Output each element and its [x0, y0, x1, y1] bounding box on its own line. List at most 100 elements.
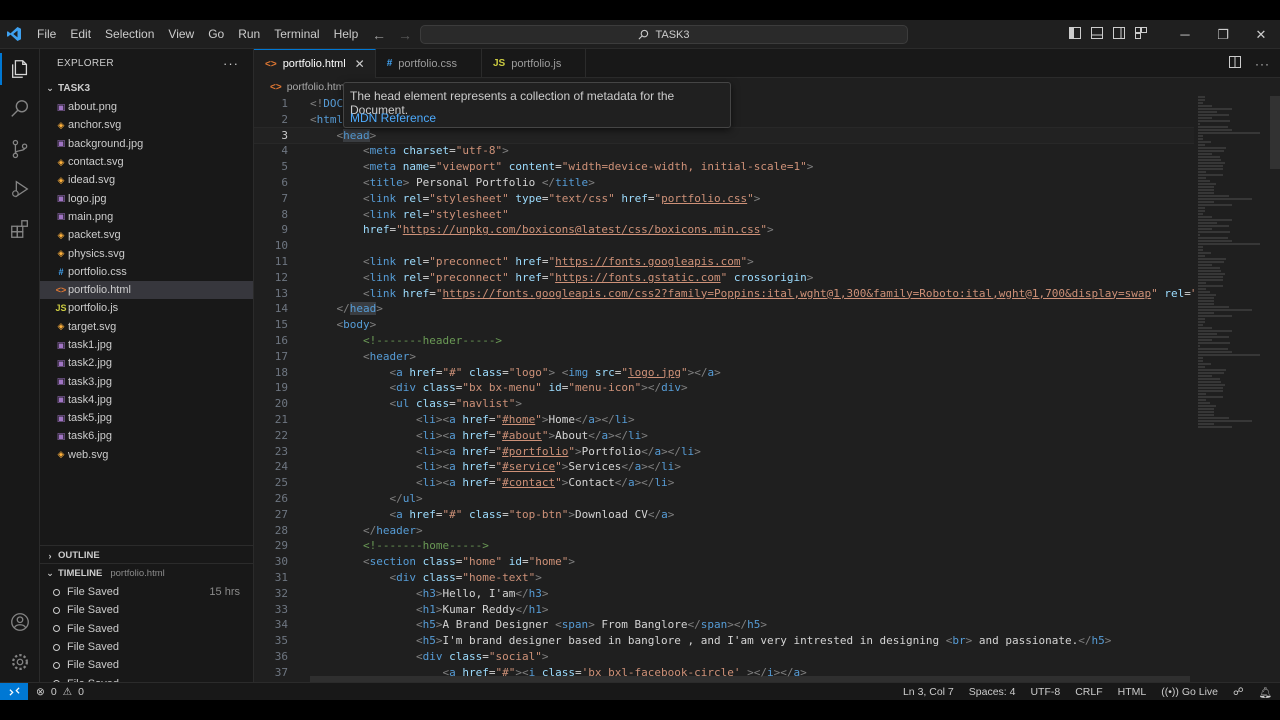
- search-view-icon[interactable]: [0, 89, 40, 129]
- code-token: href: [402, 365, 436, 379]
- minimap-line: [1198, 402, 1211, 404]
- menu-file[interactable]: File: [30, 20, 63, 49]
- minimap-line: [1198, 117, 1212, 119]
- accounts-icon[interactable]: [0, 602, 40, 642]
- menu-edit[interactable]: Edit: [63, 20, 98, 49]
- feedback-icon[interactable]: ☍: [1233, 686, 1244, 698]
- command-center[interactable]: TASK3: [420, 25, 908, 44]
- tab-portfolio-html[interactable]: <> portfolio.html ✕: [254, 49, 376, 78]
- timeline-item[interactable]: File Saved: [40, 656, 253, 674]
- file-item[interactable]: ▣ task2.jpg: [40, 354, 253, 372]
- activity-bar: [0, 49, 40, 682]
- code-token: <: [415, 634, 423, 648]
- file-item[interactable]: ◈ anchor.svg: [40, 116, 253, 134]
- line-ending[interactable]: CRLF: [1075, 686, 1102, 698]
- file-item[interactable]: JS portfolio.js: [40, 299, 253, 317]
- language-mode[interactable]: HTML: [1118, 686, 1147, 698]
- timeline-file: portfolio.html: [110, 568, 165, 579]
- timeline-item[interactable]: File Saved: [40, 638, 253, 656]
- code-line: 6 <title> Personal Portfolio </title>: [254, 175, 1194, 191]
- file-item[interactable]: ◈ target.svg: [40, 318, 253, 336]
- file-item[interactable]: ▣ task5.jpg: [40, 409, 253, 427]
- notifications-bell-icon[interactable]: 🔔︎: [1259, 686, 1272, 699]
- minimap-line: [1198, 141, 1212, 143]
- menu-selection[interactable]: Selection: [98, 20, 161, 49]
- image-file-icon: ▣: [56, 193, 66, 204]
- timeline-item[interactable]: File Saved: [40, 601, 253, 619]
- close-tab-icon[interactable]: ✕: [355, 57, 365, 71]
- code-line: 36 <div class="social">: [254, 649, 1194, 665]
- close-window-icon[interactable]: ✕: [1242, 27, 1280, 43]
- menu-view[interactable]: View: [161, 20, 201, 49]
- cursor-position[interactable]: Ln 3, Col 7: [903, 686, 954, 698]
- more-actions-icon[interactable]: ···: [223, 56, 239, 71]
- remote-indicator-icon[interactable]: [0, 682, 28, 701]
- settings-gear-icon[interactable]: [0, 642, 40, 682]
- minimap-line: [1198, 297, 1214, 299]
- file-item[interactable]: # portfolio.css: [40, 263, 253, 281]
- mdn-reference-link[interactable]: MDN Reference: [350, 111, 436, 125]
- customize-layout-icon[interactable]: [1130, 27, 1152, 42]
- file-item[interactable]: ▣ main.png: [40, 208, 253, 226]
- toggle-panel-icon[interactable]: [1086, 27, 1108, 42]
- file-item[interactable]: ◈ physics.svg: [40, 244, 253, 262]
- code-text: href="https://unpkg.com/boxicons@latest/…: [310, 222, 774, 238]
- file-item[interactable]: ▣ task6.jpg: [40, 427, 253, 445]
- go-live-button[interactable]: ((•)) Go Live: [1161, 686, 1218, 698]
- minimap-line: [1198, 198, 1253, 200]
- indentation[interactable]: Spaces: 4: [969, 686, 1016, 698]
- timeline-header[interactable]: ⌄ TIMELINE portfolio.html: [40, 564, 253, 583]
- tab-portfolio-js[interactable]: JS portfolio.js: [482, 49, 587, 78]
- problems-indicator[interactable]: ⊗ 0 ⚠ 0: [36, 686, 84, 698]
- toggle-primary-sidebar-icon[interactable]: [1064, 27, 1086, 42]
- menu-terminal[interactable]: Terminal: [267, 20, 326, 49]
- toggle-secondary-sidebar-icon[interactable]: [1108, 27, 1130, 42]
- encoding[interactable]: UTF-8: [1030, 686, 1060, 698]
- code-token: meta: [369, 144, 397, 158]
- code-token: Home: [548, 412, 575, 426]
- code-text: <li><a href="#portfolio">Portfolio</a></…: [310, 444, 701, 460]
- run-debug-icon[interactable]: [0, 169, 40, 209]
- code-editor[interactable]: 1<!DOCTYPE html>2<html lang="en">3 <head…: [254, 96, 1194, 679]
- minimap-line: [1198, 354, 1260, 356]
- extensions-icon[interactable]: [0, 209, 40, 249]
- file-item[interactable]: ◈ contact.svg: [40, 153, 253, 171]
- forward-arrow-icon[interactable]: →: [398, 27, 412, 43]
- file-item[interactable]: ◈ packet.svg: [40, 226, 253, 244]
- code-token: =: [555, 160, 562, 174]
- file-item[interactable]: ◈ idead.svg: [40, 171, 253, 189]
- restore-icon[interactable]: ❐: [1204, 27, 1242, 43]
- timeline-item[interactable]: File Saved: [40, 674, 253, 682]
- file-item[interactable]: ▣ task1.jpg: [40, 336, 253, 354]
- folder-task3[interactable]: ⌄ TASK3: [40, 78, 253, 98]
- file-item[interactable]: <> portfolio.html: [40, 280, 253, 300]
- menu-go[interactable]: Go: [201, 20, 231, 49]
- timeline-item[interactable]: File Saved: [40, 620, 253, 638]
- file-item[interactable]: ▣ background.jpg: [40, 135, 253, 153]
- file-item[interactable]: ▣ task4.jpg: [40, 391, 253, 409]
- vertical-scrollbar[interactable]: [1270, 96, 1280, 169]
- source-control-icon[interactable]: [0, 129, 40, 169]
- file-item[interactable]: ▣ about.png: [40, 98, 253, 116]
- file-item[interactable]: ▣ task3.jpg: [40, 372, 253, 390]
- more-editor-actions-icon[interactable]: ···: [1255, 57, 1270, 71]
- line-number: 32: [274, 586, 288, 600]
- minimap-line: [1198, 330, 1233, 332]
- menu-run[interactable]: Run: [231, 20, 267, 49]
- file-item[interactable]: ◈ web.svg: [40, 446, 253, 464]
- minimap[interactable]: [1194, 96, 1272, 679]
- back-arrow-icon[interactable]: ←: [372, 27, 386, 43]
- code-line: 32 <h3>Hello, I'am</h3>: [254, 586, 1194, 602]
- tab-portfolio-css[interactable]: # portfolio.css: [376, 49, 482, 78]
- file-item[interactable]: ▣ logo.jpg: [40, 189, 253, 207]
- minimap-line: [1198, 396, 1223, 398]
- split-editor-icon[interactable]: [1229, 56, 1241, 71]
- minimap-line: [1198, 204, 1232, 206]
- timeline-item[interactable]: File Saved 15 hrs: [40, 583, 253, 601]
- explorer-icon[interactable]: [0, 49, 40, 89]
- minimize-icon[interactable]: ─: [1166, 27, 1204, 42]
- menu-help[interactable]: Help: [327, 20, 366, 49]
